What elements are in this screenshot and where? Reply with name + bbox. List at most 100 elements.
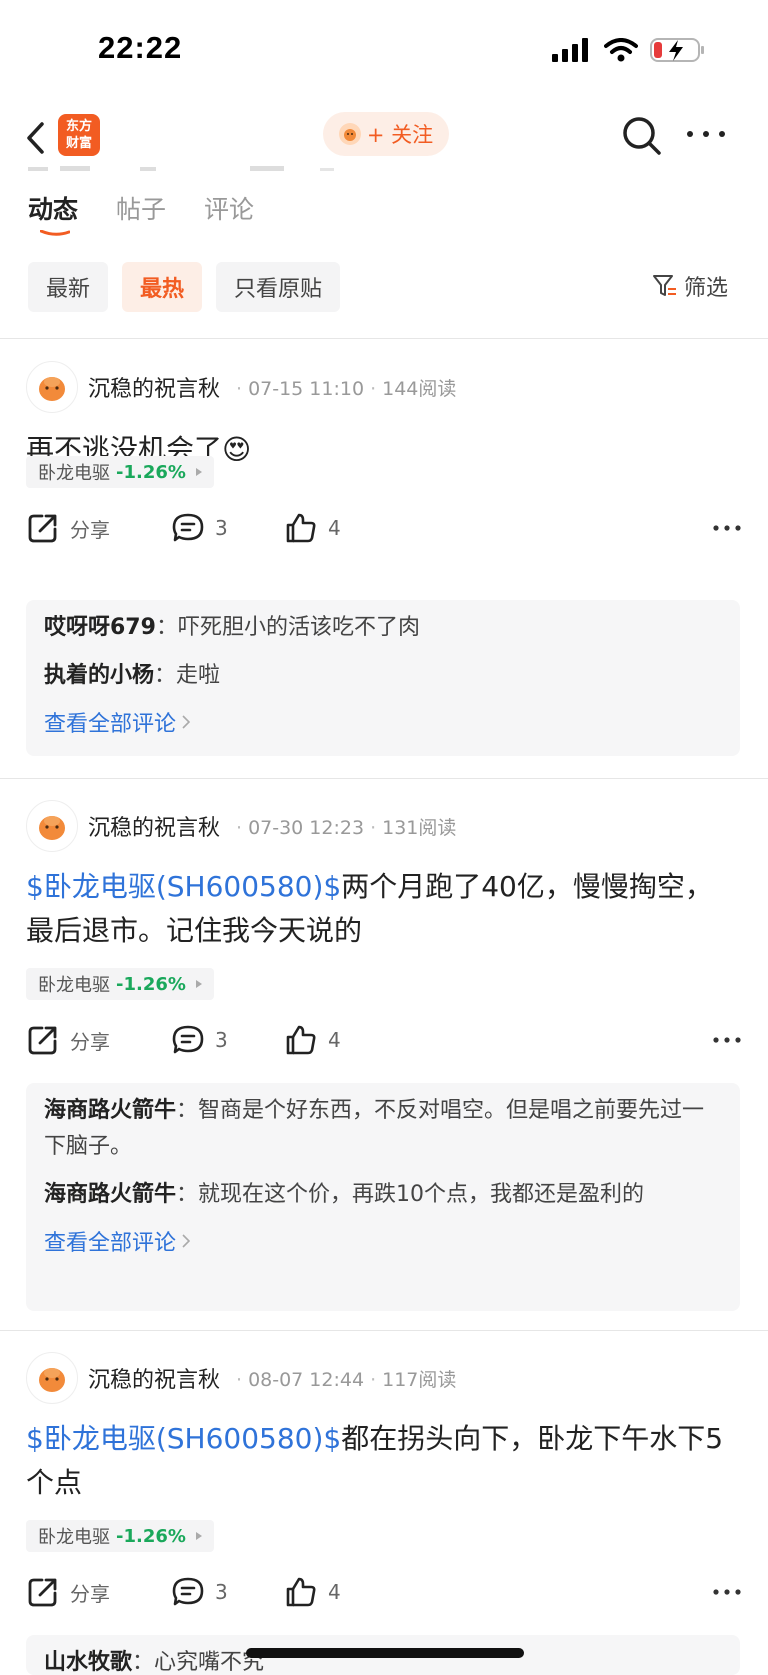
chevron-right-icon	[195, 980, 202, 988]
share-button[interactable]: 分享	[26, 1020, 110, 1060]
logo-line-2: 财富	[65, 136, 92, 151]
comment-user[interactable]: 海商路火箭牛	[44, 1182, 176, 1207]
stock-link[interactable]: $卧龙电驱(SH600580)$	[26, 870, 341, 903]
like-button[interactable]: 4	[284, 1572, 341, 1612]
follow-label: + 关注	[366, 123, 434, 147]
post-reads: 144阅读	[382, 377, 457, 400]
stock-tag-name: 卧龙电驱	[38, 1527, 110, 1548]
comment-separator: ：	[176, 1182, 199, 1207]
avatar-icon	[39, 816, 65, 840]
comment-preview: 哎呀呀679：吓死胆小的活该吃不了肉 执着的小杨：走啦 查看全部评论	[26, 600, 740, 756]
stock-tag[interactable]: 卧龙电驱 -1.26%	[26, 968, 214, 1000]
comment-count: 3	[215, 1028, 228, 1052]
author-name[interactable]: 沉稳的祝言秋	[88, 1362, 220, 1394]
comment-user[interactable]: 山水牧歌	[44, 1650, 132, 1675]
more-options-icon[interactable]	[712, 1028, 742, 1052]
share-label: 分享	[70, 1029, 110, 1054]
comment-item[interactable]: 执着的小杨：走啦	[44, 658, 722, 694]
comment-user[interactable]: 执着的小杨	[44, 663, 154, 688]
comment-item[interactable]: 海商路火箭牛：就现在这个价，再跌10个点，我都还是盈利的	[44, 1177, 722, 1213]
like-count: 4	[328, 516, 341, 540]
avatar[interactable]	[26, 1352, 78, 1404]
filter-button[interactable]: 筛选	[652, 270, 728, 302]
thumbs-up-icon	[286, 1577, 316, 1607]
post-actions: 分享 3 4	[26, 508, 742, 548]
chevron-right-icon	[182, 1234, 191, 1248]
filter-label: 筛选	[684, 276, 729, 301]
stock-tag[interactable]: 卧龙电驱 -1.26%	[26, 456, 214, 488]
tab-label: 评论	[204, 195, 255, 224]
stock-link[interactable]: $卧龙电驱(SH600580)$	[26, 1422, 341, 1455]
filter-chip-hot[interactable]: 最热	[122, 262, 203, 312]
share-icon	[28, 1578, 57, 1607]
comment-item[interactable]: 海商路火箭牛：智商是个好东西，不反对唱空。但是唱之前要先过一下脑子。	[44, 1093, 722, 1165]
app-logo: 东方 财富	[58, 114, 100, 156]
stock-tag-name: 卧龙电驱	[38, 463, 110, 484]
comment-item[interactable]: 哎呀呀679：吓死胆小的活该吃不了肉	[44, 610, 722, 646]
scrolled-header-remnant	[28, 166, 334, 171]
chevron-right-icon	[195, 1532, 202, 1540]
comment-separator: ：	[176, 1098, 199, 1123]
comment-button[interactable]: 3	[171, 1572, 228, 1612]
post-reads: 131阅读	[382, 816, 457, 839]
chevron-right-icon	[195, 468, 202, 476]
avatar[interactable]	[26, 361, 78, 413]
view-all-comments-link[interactable]: 查看全部评论	[44, 706, 722, 738]
comment-user[interactable]: 哎呀呀679	[44, 615, 156, 640]
share-button[interactable]: 分享	[26, 1572, 110, 1612]
sort-filters: 最新 最热 只看原贴	[28, 262, 341, 312]
stock-tag-name: 卧龙电驱	[38, 975, 110, 996]
stock-tag-change: -1.26%	[116, 1525, 186, 1547]
stock-tag[interactable]: 卧龙电驱 -1.26%	[26, 1520, 214, 1552]
status-time: 22:22	[98, 30, 183, 65]
avatar-icon	[39, 1368, 65, 1392]
avatar[interactable]	[26, 800, 78, 852]
tab-posts[interactable]: 帖子	[116, 190, 166, 226]
view-all-label: 查看全部评论	[44, 712, 177, 737]
more-options-icon[interactable]	[684, 122, 728, 146]
post-content[interactable]: $卧龙电驱(SH600580)$都在拐头向下，卧龙下午水下5个点	[26, 1417, 726, 1505]
comment-icon	[172, 1025, 204, 1054]
comment-button[interactable]: 3	[171, 1020, 228, 1060]
back-button[interactable]	[22, 118, 52, 158]
search-icon[interactable]	[620, 114, 664, 158]
comment-icon	[172, 513, 204, 542]
view-all-comments-link[interactable]: 查看全部评论	[44, 1225, 722, 1257]
profile-tabs: 动态 帖子 评论	[28, 190, 254, 236]
like-button[interactable]: 4	[284, 508, 341, 548]
post-reads: 117阅读	[382, 1368, 457, 1391]
like-button[interactable]: 4	[284, 1020, 341, 1060]
comment-text: 吓死胆小的活该吃不了肉	[177, 615, 420, 640]
cellular-signal-icon	[552, 38, 588, 62]
post-meta: · 08-07 12:44 · 117阅读	[236, 1368, 457, 1391]
home-indicator	[246, 1648, 524, 1658]
thumbs-up-icon	[286, 513, 316, 543]
share-button[interactable]: 分享	[26, 508, 110, 548]
tab-dynamics[interactable]: 动态	[28, 190, 78, 236]
author-name[interactable]: 沉稳的祝言秋	[88, 371, 220, 403]
post-actions: 分享 3 4	[26, 1572, 742, 1612]
more-options-icon[interactable]	[712, 1580, 742, 1604]
like-count: 4	[328, 1028, 341, 1052]
comment-separator: ：	[132, 1650, 155, 1675]
thumbs-up-icon	[286, 1025, 316, 1055]
tab-comments[interactable]: 评论	[204, 190, 254, 226]
comment-button[interactable]: 3	[171, 508, 228, 548]
post-card: 沉稳的祝言秋 · 08-07 12:44 · 117阅读 $卧龙电驱(SH600580…	[0, 1351, 768, 1675]
follow-avatar-icon	[338, 123, 361, 145]
post-meta: · 07-30 12:23 · 131阅读	[236, 816, 457, 839]
filter-chip-latest[interactable]: 最新	[28, 262, 109, 312]
comment-separator: ：	[154, 663, 177, 688]
filter-chip-original-only[interactable]: 只看原贴	[216, 262, 341, 312]
filter-icon	[653, 275, 676, 296]
follow-button[interactable]: + 关注	[323, 112, 449, 156]
comment-user[interactable]: 海商路火箭牛	[44, 1098, 176, 1123]
share-icon	[28, 514, 57, 543]
author-name[interactable]: 沉稳的祝言秋	[88, 810, 220, 842]
comment-separator: ：	[155, 615, 178, 640]
post-content[interactable]: $卧龙电驱(SH600580)$两个月跑了40亿，慢慢掏空，最后退市。记住我今天…	[26, 865, 726, 953]
logo-line-1: 东方	[65, 119, 92, 134]
post-header: 沉稳的祝言秋 · 07-15 11:10 · 144阅读	[26, 360, 456, 414]
more-options-icon[interactable]	[712, 516, 742, 540]
wifi-icon	[604, 38, 638, 62]
